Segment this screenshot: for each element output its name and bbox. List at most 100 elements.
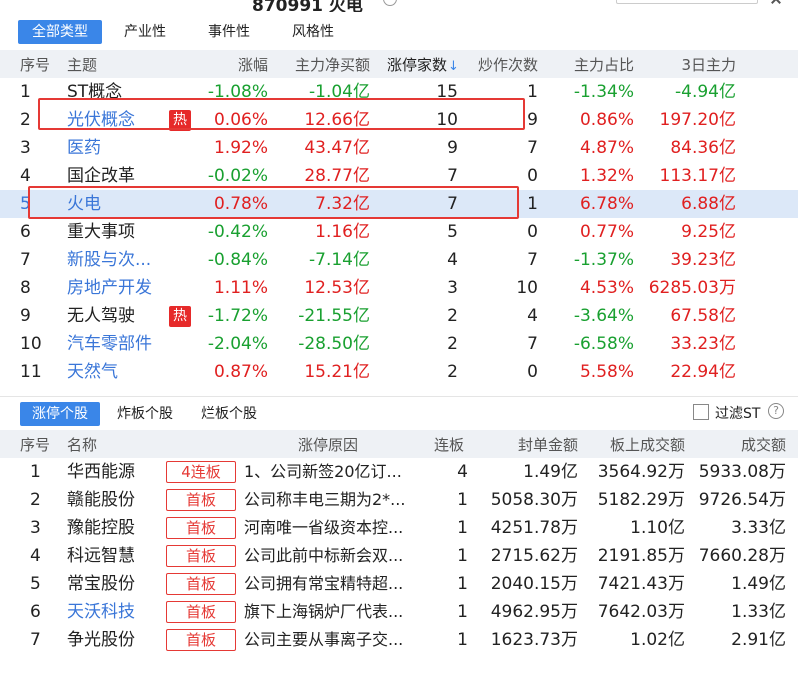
theme-name[interactable]: 医药 bbox=[67, 134, 167, 162]
hype-count: 0 bbox=[527, 166, 538, 186]
limit-up-reason[interactable]: 1、公司新签20亿订... bbox=[244, 458, 424, 486]
main-ratio-value: -6.58% bbox=[573, 334, 634, 354]
col-reason[interactable]: 涨停原因 bbox=[298, 434, 358, 455]
col-volume[interactable]: 成交额 bbox=[690, 434, 786, 455]
net-buy-value: -7.14亿 bbox=[309, 250, 370, 270]
table-row[interactable]: 7 新股与次... -0.84% -7.14亿 4 7 -1.37% 39.23亿 bbox=[0, 246, 798, 274]
col-seal-amount[interactable]: 封单金额 bbox=[490, 434, 578, 455]
info-icon[interactable] bbox=[383, 0, 397, 6]
stock-name[interactable]: 华西能源 bbox=[67, 458, 167, 486]
stock-name[interactable]: 豫能控股 bbox=[67, 514, 167, 542]
col-change[interactable]: 涨幅 bbox=[200, 54, 268, 75]
col-net-buy[interactable]: 主力净买额 bbox=[270, 54, 370, 75]
row-index: 3 bbox=[30, 518, 41, 538]
theme-name[interactable]: 天然气 bbox=[67, 358, 167, 386]
stock-name[interactable]: 赣能股份 bbox=[67, 486, 167, 514]
limit-up-reason[interactable]: 旗下上海锅炉厂代表... bbox=[244, 598, 424, 626]
tab-event[interactable]: 事件性 bbox=[208, 20, 250, 44]
limit-up-reason[interactable]: 河南唯一省级资本控... bbox=[244, 514, 424, 542]
theme-name[interactable]: 无人驾驶 bbox=[67, 302, 167, 330]
theme-name[interactable]: 光伏概念 bbox=[67, 106, 167, 134]
theme-name[interactable]: 房地产开发 bbox=[67, 274, 167, 302]
search-input[interactable] bbox=[616, 0, 758, 4]
concept-table-header: 序号 主题 涨幅 主力净买额 涨停家数↓ 炒作次数 主力占比 3日主力 bbox=[0, 50, 798, 78]
col-main-ratio[interactable]: 主力占比 bbox=[550, 54, 634, 75]
row-index: 7 bbox=[30, 630, 41, 650]
filter-st-checkbox[interactable] bbox=[693, 404, 709, 420]
table-row[interactable]: 5 火电 0.78% 7.32亿 7 1 6.78% 6.88亿 bbox=[0, 190, 798, 218]
table-row[interactable]: 3 医药 1.92% 43.47亿 9 7 4.87% 84.36亿 bbox=[0, 134, 798, 162]
main-ratio-value: 1.32% bbox=[579, 166, 634, 186]
limit-up-count: 7 bbox=[447, 166, 458, 186]
hype-count: 1 bbox=[527, 194, 538, 214]
theme-name[interactable]: ST概念 bbox=[67, 78, 167, 106]
row-index: 1 bbox=[30, 462, 41, 482]
stock-name[interactable]: 科远智慧 bbox=[67, 542, 167, 570]
stock-table-header: 序号 名称 涨停原因 连板 封单金额 板上成交额 成交额 bbox=[0, 430, 798, 458]
table-row[interactable]: 3 豫能控股 首板 河南唯一省级资本控... 1 4251.78万 1.10亿 3.33亿 bbox=[0, 514, 798, 542]
theme-name[interactable]: 火电 bbox=[67, 190, 167, 218]
row-index: 5 bbox=[20, 194, 31, 214]
col-hype-count[interactable]: 炒作次数 bbox=[460, 54, 538, 75]
limit-up-count: 5 bbox=[447, 222, 458, 242]
board-tag: 首板 bbox=[166, 545, 236, 567]
net-buy-value: 7.32亿 bbox=[315, 194, 370, 214]
col-name[interactable]: 名称 bbox=[67, 434, 97, 455]
volume: 2.91亿 bbox=[731, 630, 786, 650]
window-title: 870991 火电 bbox=[252, 0, 363, 12]
row-index: 8 bbox=[20, 278, 31, 298]
table-row[interactable]: 11 天然气 0.87% 15.21亿 2 0 5.58% 22.94亿 bbox=[0, 358, 798, 386]
col-board-volume[interactable]: 板上成交额 bbox=[585, 434, 685, 455]
stock-name[interactable]: 争光股份 bbox=[67, 626, 167, 654]
tab-industry[interactable]: 产业性 bbox=[124, 20, 166, 44]
table-row[interactable]: 6 天沃科技 首板 旗下上海锅炉厂代表... 1 4962.95万 7642.03万 1.33… bbox=[0, 598, 798, 626]
theme-name[interactable]: 重大事项 bbox=[67, 218, 167, 246]
table-row[interactable]: 10 汽车零部件 -2.04% -28.50亿 2 7 -6.58% 33.23亿 bbox=[0, 330, 798, 358]
hype-count: 7 bbox=[527, 250, 538, 270]
table-row[interactable]: 2 光伏概念热 0.06% 12.66亿 10 9 0.86% 197.20亿 bbox=[0, 106, 798, 134]
table-row[interactable]: 1 ST概念 -1.08% -1.04亿 15 1 -1.34% -4.94亿 bbox=[0, 78, 798, 106]
limit-up-reason[interactable]: 公司此前中标新会双... bbox=[244, 542, 424, 570]
board-volume: 3564.92万 bbox=[597, 462, 685, 482]
main-3d-value: 6285.03万 bbox=[648, 278, 736, 298]
theme-name[interactable]: 国企改革 bbox=[67, 162, 167, 190]
tab-weak-board-stocks[interactable]: 烂板个股 bbox=[201, 402, 257, 426]
stock-name[interactable]: 常宝股份 bbox=[67, 570, 167, 598]
main-ratio-value: -1.34% bbox=[573, 82, 634, 102]
table-row[interactable]: 7 争光股份 首板 公司主要从事离子交... 1 1623.73万 1.02亿 2.91亿 bbox=[0, 626, 798, 654]
table-row[interactable]: 6 重大事项 -0.42% 1.16亿 5 0 0.77% 9.25亿 bbox=[0, 218, 798, 246]
filter-st-label[interactable]: 过滤ST bbox=[715, 402, 760, 426]
limit-up-reason[interactable]: 公司拥有常宝精特超... bbox=[244, 570, 424, 598]
col-streak[interactable]: 连板 bbox=[434, 434, 464, 455]
tab-style[interactable]: 风格性 bbox=[292, 20, 334, 44]
table-row[interactable]: 4 科远智慧 首板 公司此前中标新会双... 1 2715.62万 2191.85万 7660… bbox=[0, 542, 798, 570]
table-row[interactable]: 5 常宝股份 首板 公司拥有常宝精特超... 1 2040.15万 7421.43万 1.49… bbox=[0, 570, 798, 598]
table-row[interactable]: 2 赣能股份 首板 公司称丰电三期为2*... 1 5058.30万 5182.29万 972… bbox=[0, 486, 798, 514]
change-value: 1.11% bbox=[213, 278, 268, 298]
hype-count: 1 bbox=[527, 82, 538, 102]
table-row[interactable]: 9 无人驾驶热 -1.72% -21.55亿 2 4 -3.64% 67.58亿 bbox=[0, 302, 798, 330]
volume: 1.33亿 bbox=[731, 602, 786, 622]
main-ratio-value: -1.37% bbox=[573, 250, 634, 270]
limit-up-count: 15 bbox=[436, 82, 458, 102]
help-icon[interactable]: ? bbox=[768, 403, 784, 419]
tab-broken-board-stocks[interactable]: 炸板个股 bbox=[117, 402, 173, 426]
col-limit-up-count[interactable]: 涨停家数↓ bbox=[387, 54, 459, 75]
stock-name[interactable]: 天沃科技 bbox=[67, 598, 167, 626]
limit-up-reason[interactable]: 公司称丰电三期为2*... bbox=[244, 486, 424, 514]
col-index[interactable]: 序号 bbox=[20, 434, 50, 455]
table-row[interactable]: 4 国企改革 -0.02% 28.77亿 7 0 1.32% 113.17亿 bbox=[0, 162, 798, 190]
tab-all-types[interactable]: 全部类型 bbox=[18, 20, 102, 44]
board-volume: 2191.85万 bbox=[597, 546, 685, 566]
col-theme[interactable]: 主题 bbox=[67, 54, 97, 75]
col-main-3d[interactable]: 3日主力 bbox=[640, 54, 736, 75]
theme-name[interactable]: 新股与次... bbox=[67, 246, 167, 274]
tab-limit-up-stocks[interactable]: 涨停个股 bbox=[20, 402, 100, 426]
theme-name[interactable]: 汽车零部件 bbox=[67, 330, 167, 358]
close-icon[interactable] bbox=[770, 0, 782, 5]
table-row[interactable]: 1 华西能源 4连板 1、公司新签20亿订... 4 1.49亿 3564.92万 5933.… bbox=[0, 458, 798, 486]
table-row[interactable]: 8 房地产开发 1.11% 12.53亿 3 10 4.53% 6285.03万 bbox=[0, 274, 798, 302]
limit-up-reason[interactable]: 公司主要从事离子交... bbox=[244, 626, 424, 654]
seal-amount: 5058.30万 bbox=[490, 490, 578, 510]
col-index[interactable]: 序号 bbox=[20, 54, 50, 75]
